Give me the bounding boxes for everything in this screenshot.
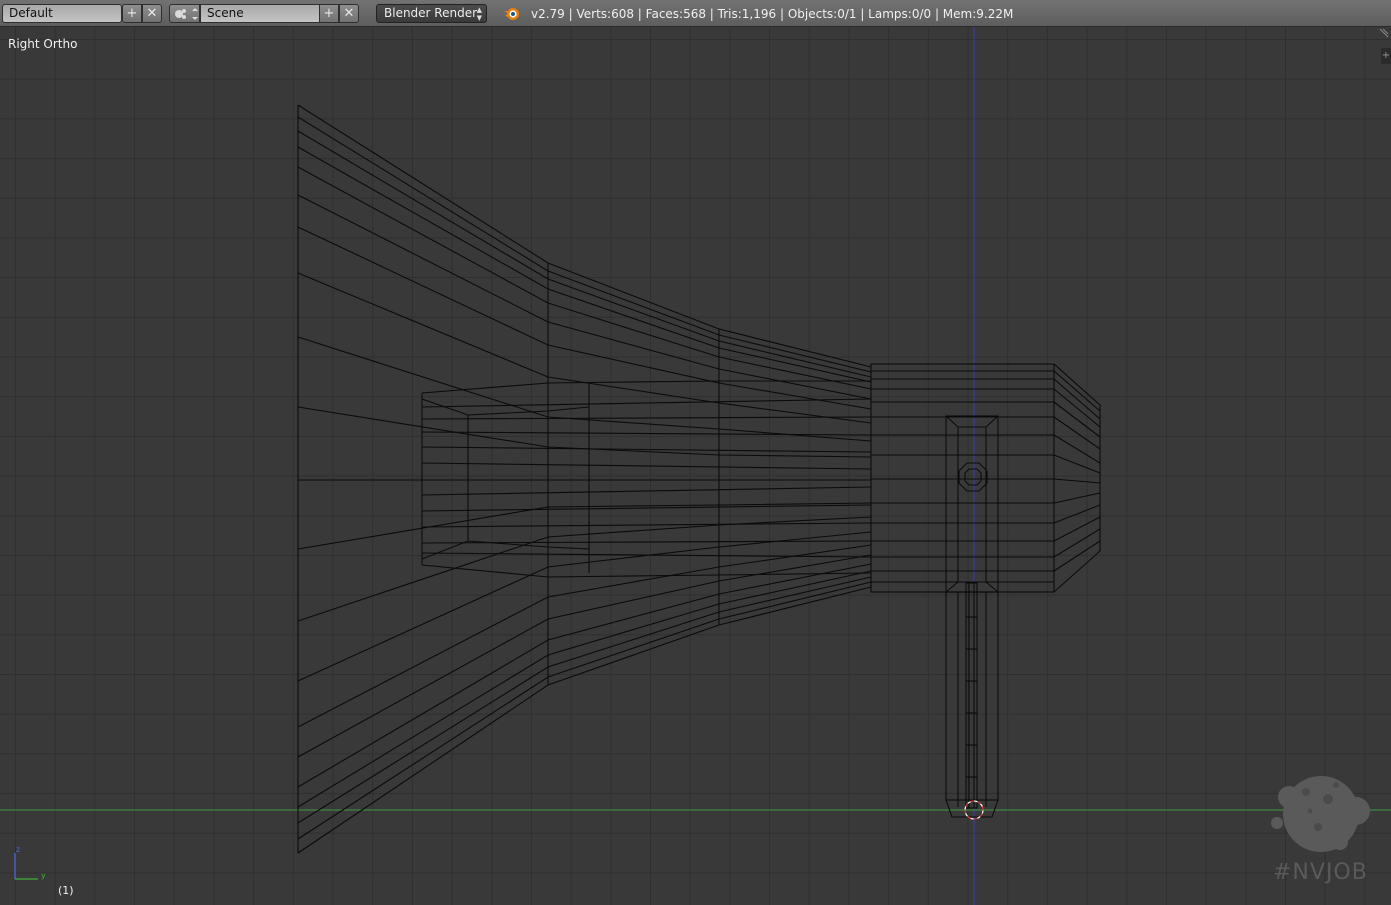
plus-icon: + (1381, 50, 1391, 61)
toolshelf-toggle-button[interactable]: + (1381, 48, 1391, 64)
delete-screen-button[interactable]: ✕ (142, 4, 162, 23)
info-header: Default + ✕ Scene + ✕ Blender Render ▲ ▼… (0, 0, 1391, 27)
delete-scene-button[interactable]: ✕ (339, 4, 359, 23)
scene-name: Scene (207, 6, 244, 20)
scene-icon (175, 8, 198, 20)
scene-statistics: v2.79 | Verts:608 | Faces:568 | Tris:1,1… (531, 7, 1014, 21)
view-name-label: Right Ortho (8, 37, 78, 51)
gizmo-z-label: z (16, 845, 20, 854)
mesh-wireframe: z y (0, 27, 1391, 905)
blender-logo-icon (504, 8, 519, 20)
blender-window: Default + ✕ Scene + ✕ Blender Render ▲ ▼… (0, 0, 1391, 905)
scene-browse-button[interactable] (169, 4, 200, 23)
gizmo-y-label: y (41, 871, 46, 880)
close-icon: ✕ (146, 6, 158, 21)
3d-viewport[interactable]: z y Right Ortho (1) #NVJOB + (0, 27, 1391, 905)
area-split-corner-icon[interactable] (1379, 28, 1389, 38)
axis-gizmo (14, 853, 38, 880)
add-scene-button[interactable]: + (319, 4, 339, 23)
screen-layout-name: Default (9, 6, 53, 20)
nvjob-moon-logo (1271, 776, 1370, 852)
render-engine-label: Blender Render (384, 6, 478, 20)
megaphone-mesh (297, 104, 1101, 854)
scene-name-field[interactable]: Scene (200, 4, 320, 23)
up-down-arrows-icon: ▲ ▼ (476, 6, 482, 22)
frame-number-label: (1) (58, 884, 74, 897)
render-engine-dropdown[interactable]: Blender Render ▲ ▼ (376, 4, 487, 23)
plus-icon: + (126, 6, 138, 21)
close-icon: ✕ (343, 6, 355, 21)
plus-icon: + (323, 6, 335, 21)
watermark-text: #NVJOB (1273, 860, 1368, 885)
screen-layout-field[interactable]: Default (2, 4, 122, 23)
add-screen-button[interactable]: + (122, 4, 142, 23)
